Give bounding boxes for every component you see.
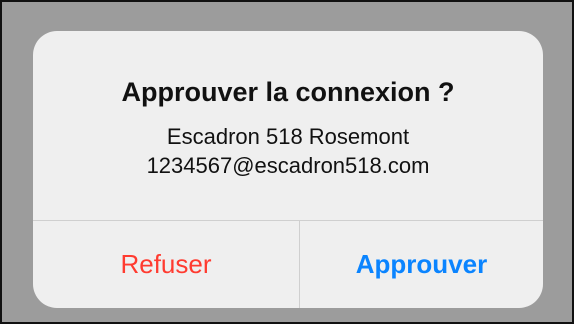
organization-name: Escadron 518 Rosemont bbox=[166, 124, 410, 149]
approval-dialog: Approuver la connexion ? Escadron 518 Ro… bbox=[33, 31, 543, 308]
approve-button[interactable]: Approuver bbox=[300, 221, 543, 308]
refuse-button[interactable]: Refuser bbox=[33, 221, 299, 308]
dialog-body: Approuver la connexion ? Escadron 518 Ro… bbox=[33, 31, 543, 220]
dialog-title: Approuver la connexion ? bbox=[121, 77, 455, 107]
screen-frame: Approuver la connexion ? Escadron 518 Ro… bbox=[0, 0, 574, 324]
email-address: 1234567@escadron518.com bbox=[146, 153, 430, 178]
